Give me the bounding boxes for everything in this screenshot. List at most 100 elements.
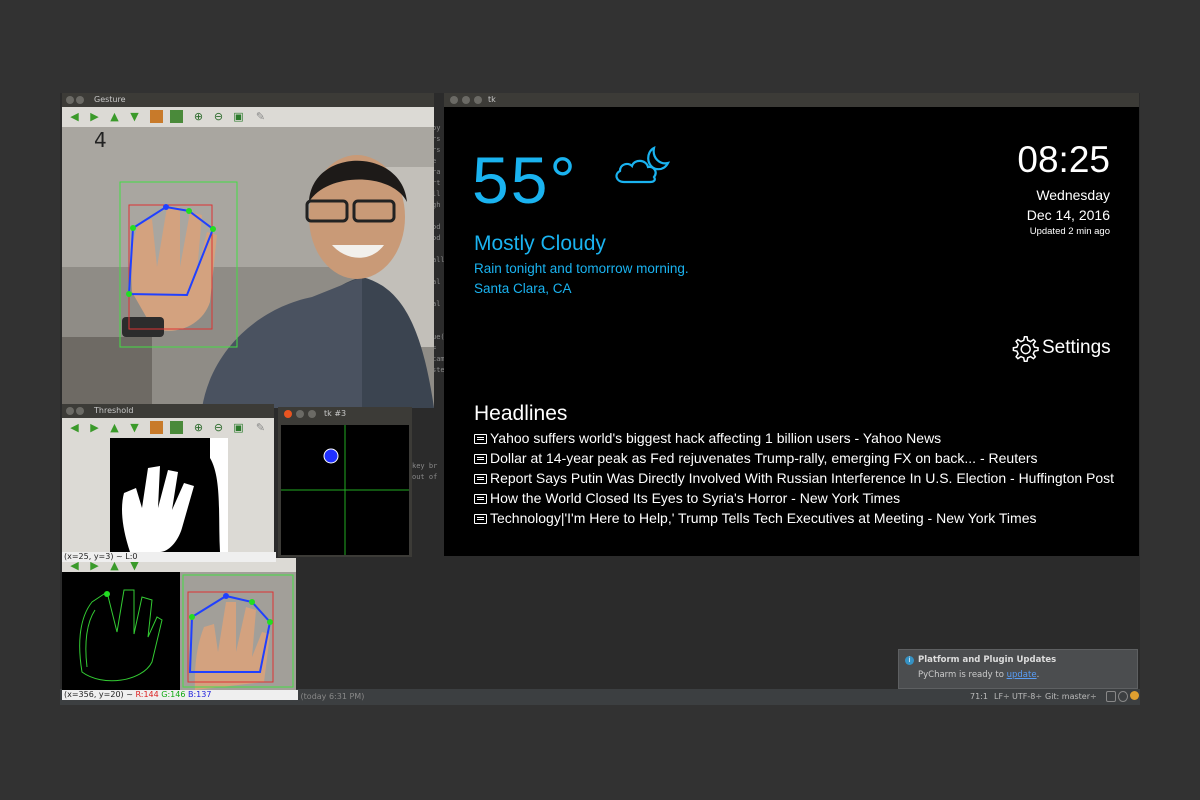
headline-item[interactable]: Technology|'I'm Here to Help,' Trump Tel… <box>474 510 1037 526</box>
zoom-in-icon[interactable]: ⊕ <box>192 110 205 123</box>
close-icon[interactable] <box>284 410 292 418</box>
clock-day: Wednesday <box>1036 187 1110 203</box>
update-notification[interactable]: i Platform and Plugin Updates PyCharm is… <box>898 649 1138 689</box>
gesture-title: Gesture <box>94 95 126 104</box>
maximize-icon[interactable] <box>474 96 482 104</box>
cursor-position[interactable]: 71:1 <box>970 692 988 701</box>
weather-condition: Mostly Cloudy <box>474 232 606 255</box>
threshold-titlebar[interactable]: Threshold <box>62 404 274 418</box>
close-icon[interactable] <box>66 407 74 415</box>
line-separator[interactable]: LF÷ <box>994 692 1010 701</box>
headlines-title: Headlines <box>474 402 568 425</box>
minimize-icon[interactable] <box>462 96 470 104</box>
file-encoding[interactable]: UTF-8÷ <box>1012 692 1042 701</box>
save-icon[interactable]: ▣ <box>232 110 245 123</box>
close-icon[interactable] <box>66 96 74 104</box>
headline-item[interactable]: Dollar at 14-year peak as Fed rejuvenate… <box>474 450 1038 466</box>
hull-view <box>180 572 296 690</box>
newspaper-icon <box>474 514 487 524</box>
notification-body-end: . <box>1036 670 1040 680</box>
contour-window: ◀ ▶ ▲ ▼ (x=356, y=20) ~ R:144 G:146 B:13… <box>62 558 298 700</box>
minimize-icon[interactable] <box>76 407 84 415</box>
tk3-titlebar[interactable]: tk #3 <box>278 407 412 421</box>
notification-body-text: PyCharm is ready to <box>918 670 1007 680</box>
info-icon: i <box>905 656 914 665</box>
weather-forecast: Rain tonight and tomorrow morning. <box>474 261 689 276</box>
arrow-right-icon[interactable]: ▶ <box>88 110 101 123</box>
lock-icon[interactable] <box>1106 691 1116 702</box>
zoom-in-icon[interactable]: ⊕ <box>192 421 205 434</box>
arrow-down-icon[interactable]: ▼ <box>128 421 141 434</box>
mirror-titlebar[interactable]: tk <box>444 93 1139 107</box>
headline-item[interactable]: Report Says Putin Was Directly Involved … <box>474 470 1114 486</box>
close-icon[interactable] <box>450 96 458 104</box>
pixel-blue: B:137 <box>188 690 212 699</box>
arrow-left-icon[interactable]: ◀ <box>68 421 81 434</box>
threshold-title: Threshold <box>94 406 134 415</box>
arrow-down-icon[interactable]: ▼ <box>128 110 141 123</box>
arrow-right-icon[interactable]: ▶ <box>88 421 101 434</box>
gesture-window: Gesture ◀ ▶ ▲ ▼ ⊕ ⊖ ▣ ✎ 4 <box>62 93 434 408</box>
event-log-icon[interactable] <box>1130 691 1139 700</box>
save-icon[interactable]: ▣ <box>232 421 245 434</box>
newspaper-icon <box>474 494 487 504</box>
image-edit-icon[interactable] <box>170 421 183 434</box>
contour-statusbar: (x=356, y=20) ~ R:144 G:146 B:137 <box>62 690 298 700</box>
headline-text: Yahoo suffers world's biggest hack affec… <box>490 430 942 446</box>
gesture-toolbar: ◀ ▶ ▲ ▼ ⊕ ⊖ ▣ ✎ <box>62 107 434 127</box>
threshold-statusbar: (x=25, y=3) ~ L:0 <box>62 552 276 562</box>
brush-icon[interactable]: ✎ <box>254 421 267 434</box>
threshold-window: Threshold ◀ ▶ ▲ ▼ ⊕ ⊖ ▣ ✎ (x=25, y=3) ~ … <box>62 404 276 562</box>
newspaper-icon <box>474 454 487 464</box>
threshold-toolbar: ◀ ▶ ▲ ▼ ⊕ ⊖ ▣ ✎ <box>62 418 274 438</box>
mirror-title: tk <box>488 95 496 104</box>
settings-button[interactable]: Settings <box>1012 334 1112 363</box>
image-edit-icon[interactable] <box>170 110 183 123</box>
contour-view <box>62 572 180 690</box>
zoom-out-icon[interactable]: ⊖ <box>212 421 225 434</box>
arrow-left-icon[interactable]: ◀ <box>68 110 81 123</box>
pixel-red: R:144 <box>135 690 159 699</box>
threshold-view <box>110 438 228 552</box>
image-icon[interactable] <box>150 110 163 123</box>
pixel-coords: (x=356, y=20) ~ <box>64 690 136 699</box>
headline-text: Report Says Putin Was Directly Involved … <box>490 470 1115 486</box>
inspector-icon[interactable] <box>1118 691 1128 702</box>
notification-body: PyCharm is ready to update. <box>918 670 1039 680</box>
weather-location: Santa Clara, CA <box>474 281 572 296</box>
headline-text: Dollar at 14-year peak as Fed rejuvenate… <box>490 450 1038 466</box>
headline-text: How the World Closed Its Eyes to Syria's… <box>490 490 901 506</box>
threshold-status: (x=25, y=3) ~ L:0 <box>64 552 138 561</box>
brush-icon[interactable]: ✎ <box>254 110 267 123</box>
gear-icon <box>1012 336 1039 363</box>
zoom-out-icon[interactable]: ⊖ <box>212 110 225 123</box>
arrow-up-icon[interactable]: ▲ <box>108 421 121 434</box>
headline-item[interactable]: Yahoo suffers world's biggest hack affec… <box>474 430 941 446</box>
gesture-titlebar[interactable]: Gesture <box>62 93 434 107</box>
image-icon[interactable] <box>150 421 163 434</box>
finger-count-annotation: 4 <box>94 128 107 152</box>
cloud-moon-icon <box>615 146 670 184</box>
clock-updated: Updated 2 min ago <box>1029 226 1110 237</box>
minimize-icon[interactable] <box>296 410 304 418</box>
clock-time: 08:25 <box>1017 139 1110 180</box>
tk3-title: tk #3 <box>324 409 347 418</box>
update-link[interactable]: update <box>1007 670 1037 680</box>
pixel-green: G:146 <box>161 690 186 699</box>
arrow-up-icon[interactable]: ▲ <box>108 110 121 123</box>
newspaper-icon <box>474 474 487 484</box>
temperature: 55° <box>472 143 578 217</box>
headline-text: Technology|'I'm Here to Help,' Trump Tel… <box>490 510 1037 526</box>
notification-title: Platform and Plugin Updates <box>918 655 1057 665</box>
camera-feed: 4 <box>62 127 434 408</box>
hand-tracker-canvas <box>281 425 409 555</box>
settings-label: Settings <box>1042 337 1111 358</box>
maximize-icon[interactable] <box>308 410 316 418</box>
tk3-window: tk #3 <box>278 407 412 557</box>
ide-status-left: … (today 6:31 PM) <box>290 692 365 701</box>
newspaper-icon <box>474 434 487 444</box>
minimize-icon[interactable] <box>76 96 84 104</box>
clock-date: Dec 14, 2016 <box>1026 207 1110 223</box>
git-branch[interactable]: Git: master÷ <box>1045 692 1097 701</box>
headline-item[interactable]: How the World Closed Its Eyes to Syria's… <box>474 490 900 506</box>
